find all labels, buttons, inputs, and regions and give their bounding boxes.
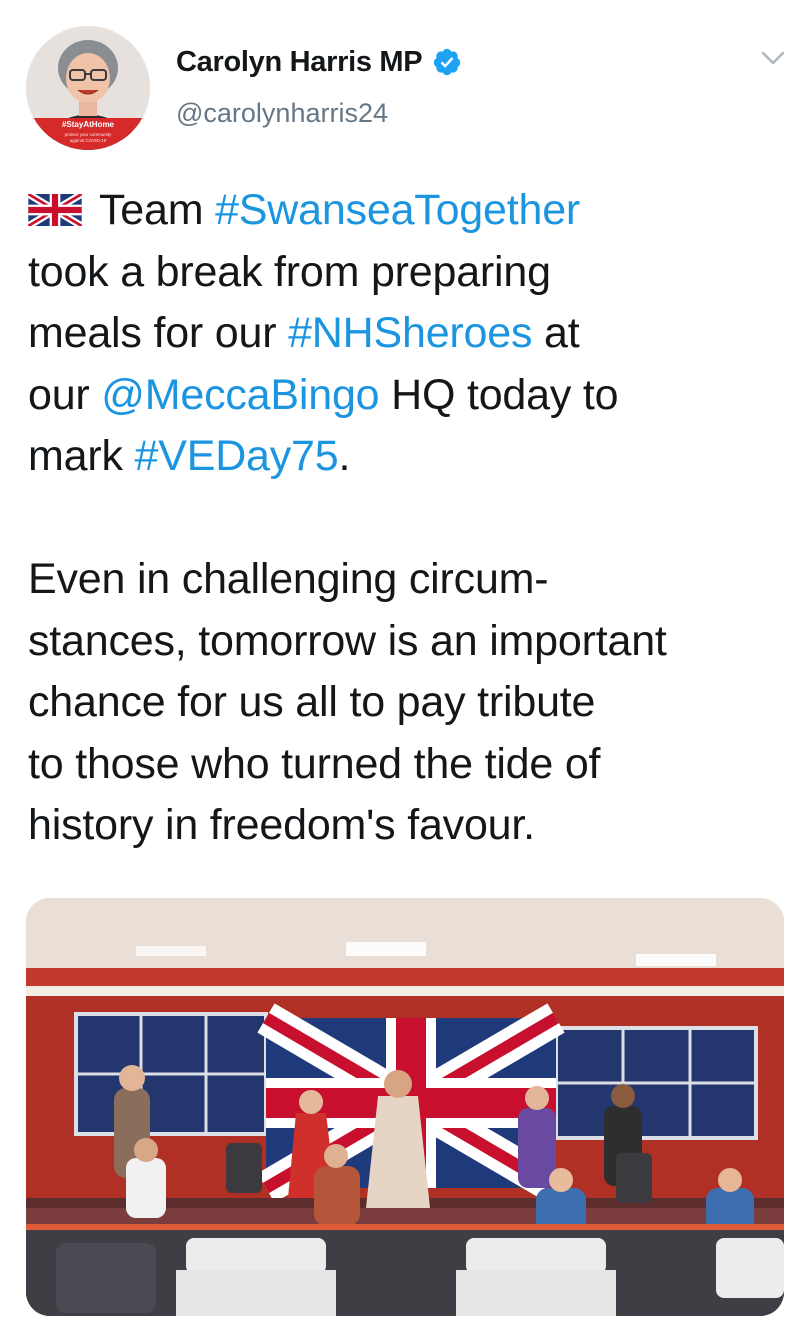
- tweet-text-line: meals for our #NHSheroes at: [28, 303, 798, 365]
- verified-badge-icon: [432, 47, 462, 77]
- svg-text:against COVID-19: against COVID-19: [70, 138, 107, 143]
- tweet-text-segment: mark: [28, 432, 135, 480]
- tweet-text-segment: our: [28, 370, 102, 419]
- tweet-text-line: our @MeccaBingo HQ today to: [28, 365, 798, 427]
- tweet-text-segment: at: [532, 309, 580, 357]
- tweet-text-line: Team #SwanseaTogether: [26, 180, 798, 242]
- tweet-text-line: chance for us all to pay tribute: [28, 672, 798, 734]
- tweet-text-segment: meals for our: [28, 309, 289, 357]
- avatar[interactable]: #StayAtHome protect your community again…: [26, 26, 150, 150]
- author-name-row[interactable]: Carolyn Harris MP: [176, 42, 462, 82]
- svg-text:protect your community: protect your community: [65, 132, 113, 137]
- tweet-text-segment: history in freedom's favour.: [28, 801, 535, 849]
- tweet-text-line: stances, tomorrow is an important: [28, 611, 798, 673]
- uk-flag-icon: [26, 182, 84, 230]
- tweet-text-segment: Team: [88, 186, 216, 234]
- tweet-text: Team #SwanseaTogether took a break from p…: [26, 180, 798, 857]
- display-name[interactable]: Carolyn Harris MP: [176, 46, 423, 79]
- tweet-text-line: Even in challenging circum-: [28, 549, 798, 611]
- tweet-text-segment: HQ today to: [379, 370, 619, 419]
- tweet-text-line: history in freedom's favour.: [28, 795, 798, 857]
- author-handle[interactable]: @carolynharris24: [176, 98, 388, 129]
- tweet-text-segment: .: [338, 432, 351, 480]
- chevron-down-icon[interactable]: [760, 48, 786, 68]
- svg-text:#StayAtHome: #StayAtHome: [62, 120, 115, 129]
- tweet-text-segment: chance for us all to pay tribute: [28, 678, 596, 726]
- tweet-photo[interactable]: [26, 898, 784, 1316]
- hashtag-link[interactable]: #VEDay75: [135, 432, 339, 480]
- tweet-text-segment: stances, tomorrow is an important: [28, 616, 667, 665]
- tweet-text-segment: took a break from preparing: [28, 247, 551, 296]
- hashtag-link[interactable]: #SwanseaTogether: [215, 186, 580, 234]
- hashtag-link[interactable]: #NHSheroes: [288, 309, 532, 357]
- mention-link[interactable]: @MeccaBingo: [101, 371, 379, 419]
- tweet-text-segment: to those who turned the tide of: [28, 739, 601, 788]
- tweet-text-line: took a break from preparing: [28, 242, 798, 304]
- tweet-text-segment: Even in challenging circum-: [28, 555, 549, 603]
- tweet-text-line: mark #VEDay75.: [28, 426, 798, 488]
- tweet-text-line: to those who turned the tide of: [28, 734, 798, 796]
